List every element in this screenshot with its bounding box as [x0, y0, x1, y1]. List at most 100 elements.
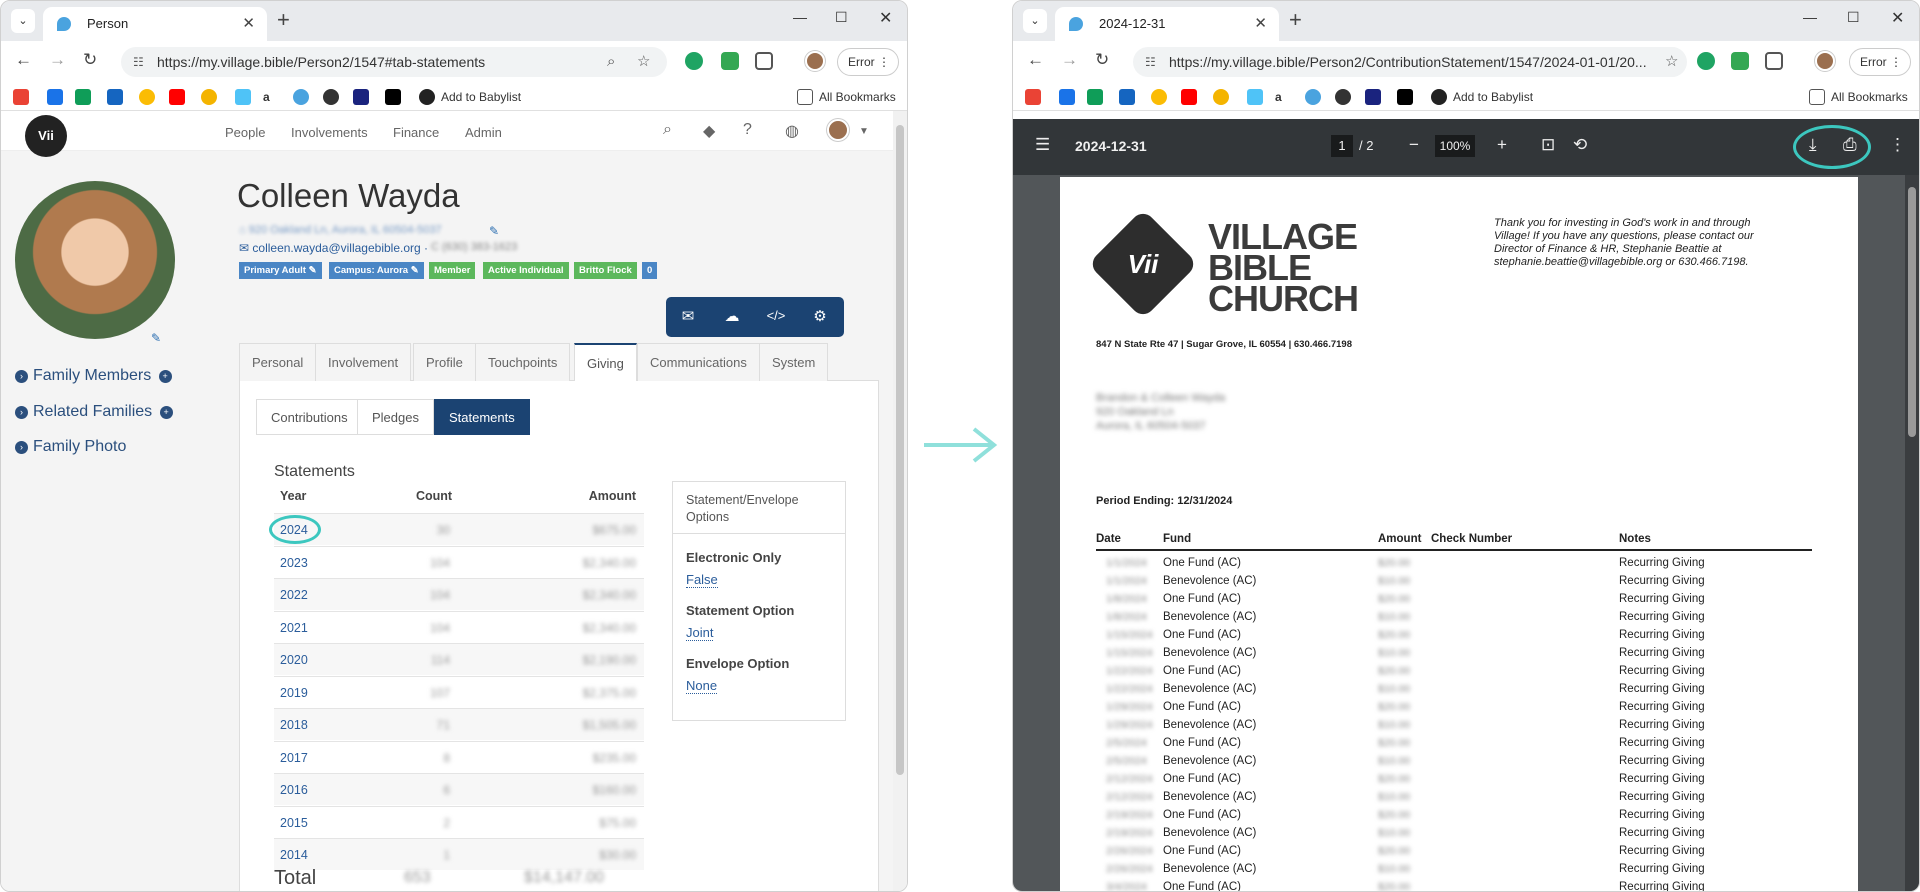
- edit-photo-icon[interactable]: ✎: [151, 331, 161, 345]
- grammarly-extension-icon[interactable]: [685, 52, 703, 70]
- photos-bookmark-icon[interactable]: [201, 89, 217, 105]
- subtab-statements[interactable]: Statements: [434, 399, 530, 435]
- village-bookmark-icon[interactable]: [1305, 89, 1321, 105]
- statement-year[interactable]: 2015: [280, 816, 308, 830]
- tab-profile[interactable]: Profile: [413, 343, 476, 381]
- minimize-icon[interactable]: —: [1803, 9, 1817, 25]
- bookmark-app-icon[interactable]: [1119, 89, 1135, 105]
- statement-year[interactable]: 2018: [280, 718, 308, 732]
- close-window-icon[interactable]: ✕: [879, 8, 892, 28]
- statement-row[interactable]: 2020 114 $2,190.00: [274, 643, 644, 675]
- village-bookmark-icon[interactable]: [293, 89, 309, 105]
- statement-row[interactable]: 2015 2 $75.00: [274, 805, 644, 838]
- nav-finance[interactable]: Finance: [393, 125, 439, 140]
- statement-row[interactable]: 2016 6 $160.00: [274, 773, 644, 805]
- subtab-contributions[interactable]: Contributions: [256, 399, 363, 435]
- print-icon[interactable]: ⎙: [1843, 135, 1857, 155]
- help-icon[interactable]: ?: [743, 121, 752, 139]
- all-bookmarks-link[interactable]: All Bookmarks: [1831, 90, 1908, 104]
- checklist-extension-icon[interactable]: [721, 52, 739, 70]
- envelope-option-value[interactable]: None: [686, 678, 718, 694]
- zoom-in-icon[interactable]: +: [1497, 135, 1507, 155]
- sidebar-family-photo[interactable]: › Family Photo: [15, 438, 126, 456]
- sheets-bookmark-icon[interactable]: [75, 89, 91, 105]
- zoom-out-icon[interactable]: −: [1409, 135, 1419, 155]
- bookmark-app-icon[interactable]: [107, 89, 123, 105]
- tab-personal[interactable]: Personal: [239, 343, 317, 381]
- tab-communications[interactable]: Communications: [637, 343, 760, 381]
- sidebar-family-members[interactable]: › Family Members +: [15, 367, 177, 385]
- edit-address-icon[interactable]: ✎: [489, 224, 499, 238]
- amazon-bookmark-icon[interactable]: a: [263, 90, 270, 104]
- babylist-bookmark[interactable]: Add to Babylist: [1453, 90, 1533, 104]
- person-address[interactable]: ⌂ 920 Oakland Ln, Aurora, IL 60504-5037: [239, 224, 442, 236]
- nav-people[interactable]: People: [225, 125, 265, 140]
- badge-campus[interactable]: Campus: Aurora ✎: [329, 262, 424, 279]
- statement-year[interactable]: 2020: [280, 653, 308, 667]
- bookmark-app-icon[interactable]: [139, 89, 155, 105]
- extensions-puzzle-icon[interactable]: [1765, 52, 1783, 70]
- site-info-icon[interactable]: ☷: [1145, 47, 1156, 77]
- statement-year[interactable]: 2021: [280, 621, 308, 635]
- statement-year[interactable]: 2022: [280, 588, 308, 602]
- search-icon[interactable]: ⌕: [663, 121, 672, 139]
- new-tab-icon[interactable]: +: [1289, 7, 1302, 33]
- fit-page-icon[interactable]: ⊡: [1541, 135, 1555, 155]
- globe-icon[interactable]: ◍: [785, 121, 799, 141]
- maximize-icon[interactable]: ☐: [835, 9, 848, 26]
- error-button[interactable]: Error ⋮: [1849, 48, 1911, 76]
- new-tab-icon[interactable]: +: [277, 7, 290, 33]
- bookmark-star-icon[interactable]: ☆: [1661, 47, 1679, 77]
- download-icon[interactable]: ⤓: [1809, 135, 1817, 155]
- reload-icon[interactable]: ↻: [83, 50, 97, 70]
- bookmark-app-icon[interactable]: [353, 89, 369, 105]
- forward-icon[interactable]: →: [49, 50, 66, 70]
- sidebar-related-families[interactable]: › Related Families +: [15, 403, 178, 421]
- reload-icon[interactable]: ↻: [1095, 50, 1109, 70]
- error-button[interactable]: Error ⋮: [837, 48, 899, 76]
- forward-icon[interactable]: →: [1061, 50, 1078, 70]
- extensions-puzzle-icon[interactable]: [755, 52, 773, 70]
- statement-year[interactable]: 2023: [280, 556, 308, 570]
- close-tab-icon[interactable]: ✕: [242, 7, 255, 41]
- village-logo[interactable]: Vii: [25, 115, 67, 157]
- youtube-bookmark-icon[interactable]: [169, 89, 185, 105]
- statement-year[interactable]: 2014: [280, 848, 308, 862]
- back-icon[interactable]: ←: [15, 50, 32, 70]
- caret-down-icon[interactable]: ▼: [859, 126, 869, 137]
- bookmark-app-icon[interactable]: [235, 89, 251, 105]
- statement-row[interactable]: 2019 107 $2,375.00: [274, 675, 644, 708]
- dropbox-bookmark-icon[interactable]: [1059, 89, 1075, 105]
- grammarly-extension-icon[interactable]: [1697, 52, 1715, 70]
- tab-statement-pdf[interactable]: 2024-12-31 ✕: [1055, 7, 1279, 41]
- tab-person[interactable]: Person ✕: [43, 7, 267, 41]
- statement-year[interactable]: 2019: [280, 686, 308, 700]
- gmail-bookmark-icon[interactable]: [13, 89, 29, 105]
- statement-row[interactable]: 2024 30 $675.00: [269, 513, 644, 545]
- bookmark-app-icon[interactable]: [1151, 89, 1167, 105]
- statement-row[interactable]: 2021 104 $2,340.00: [274, 610, 644, 643]
- all-bookmarks-link[interactable]: All Bookmarks: [819, 90, 896, 104]
- code-icon[interactable]: </>: [754, 308, 798, 323]
- github-bookmark-icon[interactable]: [323, 89, 339, 105]
- statement-year[interactable]: 2017: [280, 751, 308, 765]
- profile-avatar-icon[interactable]: [805, 51, 825, 71]
- more-options-icon[interactable]: ⋮: [1889, 135, 1906, 155]
- nav-involvements[interactable]: Involvements: [291, 125, 368, 140]
- tab-system[interactable]: System: [759, 343, 829, 381]
- site-info-icon[interactable]: ☷: [133, 47, 144, 77]
- youtube-bookmark-icon[interactable]: [1181, 89, 1197, 105]
- person-email[interactable]: ✉ colleen.wayda@villagebible.org ·: [239, 241, 428, 255]
- zoom-level-input[interactable]: 100%: [1435, 135, 1475, 157]
- bookmark-app-icon[interactable]: [1397, 89, 1413, 105]
- menu-icon[interactable]: ☰: [1035, 135, 1050, 155]
- babylist-bookmark[interactable]: Add to Babylist: [441, 90, 521, 104]
- address-bar[interactable]: ☷ https://my.village.bible/Person2/1547#…: [121, 47, 667, 77]
- checklist-extension-icon[interactable]: [1731, 52, 1749, 70]
- bookmark-app-icon[interactable]: [385, 89, 401, 105]
- electronic-only-value[interactable]: False: [686, 572, 718, 588]
- close-tab-icon[interactable]: ✕: [1254, 7, 1267, 41]
- zoom-search-icon[interactable]: ⌕: [607, 47, 615, 77]
- amazon-bookmark-icon[interactable]: a: [1275, 90, 1282, 104]
- back-icon[interactable]: ←: [1027, 50, 1044, 70]
